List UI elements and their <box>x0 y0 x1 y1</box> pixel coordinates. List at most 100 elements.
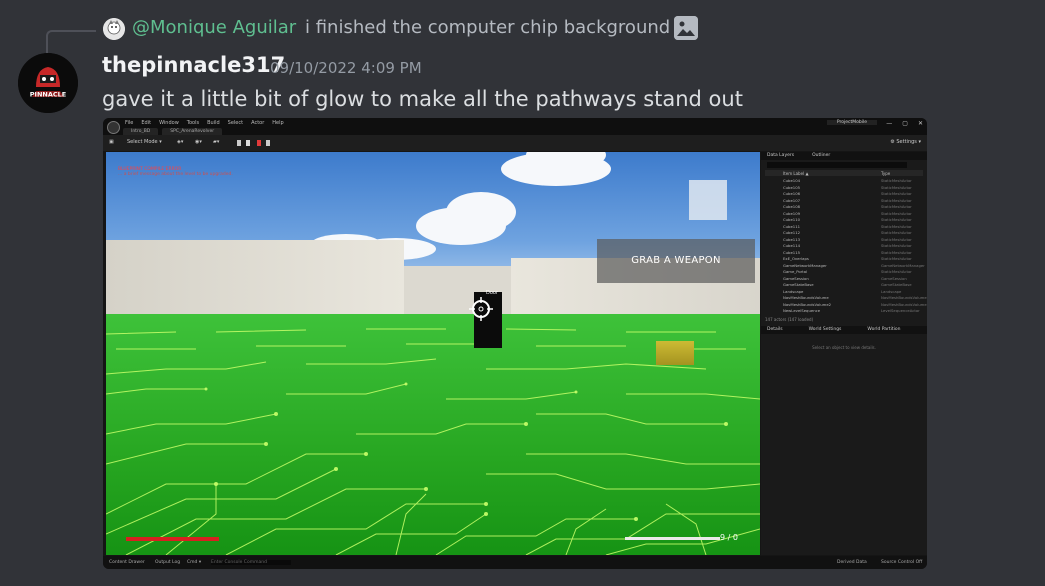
reply-author[interactable]: @Monique Aguilar <box>132 17 296 38</box>
menu-item[interactable]: Actor <box>251 120 264 126</box>
menu-item[interactable]: Window <box>159 120 179 126</box>
menu-item[interactable]: Tools <box>187 120 199 126</box>
outliner-panel: Data Layers Outliner Item Label ▲ Type C… <box>761 152 927 555</box>
outliner-row-label[interactable]: Cube108 <box>783 204 800 209</box>
outliner-row-label[interactable]: Cube112 <box>783 230 800 235</box>
derived-data-button[interactable]: Derived Data <box>837 560 867 565</box>
tab-data-layers[interactable]: Data Layers <box>767 152 794 160</box>
outliner-row-type: NavMeshBoundsVolume <box>881 295 927 300</box>
details-empty-text: Select an object to view details. <box>812 345 876 350</box>
content-drawer-button[interactable]: Content Drawer <box>109 560 145 565</box>
debug-detail: ... a brief message about the level to b… <box>118 172 233 177</box>
avatar[interactable]: PINNACLE <box>18 53 78 113</box>
reply-avatar[interactable] <box>103 18 125 40</box>
image-icon <box>674 16 698 40</box>
username[interactable]: thepinnacle317 <box>102 53 285 77</box>
tab-details[interactable]: Details <box>767 326 783 334</box>
outliner-row-type: GameStateBase <box>881 282 912 287</box>
outliner-row-label[interactable]: Cube105 <box>783 185 800 190</box>
outliner-row-label[interactable]: Cube111 <box>783 224 800 229</box>
pillar-label: Door <box>486 290 499 296</box>
menu-item[interactable]: Help <box>272 120 283 126</box>
outliner-row-label[interactable]: NavMeshBoundsVolume2 <box>783 302 831 307</box>
outliner-row-type: StaticMeshActor <box>881 256 912 261</box>
outliner-search-input[interactable] <box>767 162 907 168</box>
save-icon[interactable]: ▣ <box>109 139 114 145</box>
menu-item[interactable]: Edit <box>141 120 151 126</box>
outliner-row-type: StaticMeshActor <box>881 230 912 235</box>
outliner-row-type: StaticMeshActor <box>881 197 912 203</box>
game-viewport[interactable]: BLUEPRINT COMPILE ERROR ... a brief mess… <box>106 152 760 555</box>
select-mode-dropdown[interactable]: Select Mode ▾ <box>127 139 162 145</box>
outliner-row-label[interactable]: NewLevelSequence <box>783 308 820 313</box>
editor-tab[interactable]: Intro_BD <box>123 128 159 135</box>
outliner-row-label[interactable]: Cube106 <box>783 191 800 196</box>
weapon-crate <box>656 341 694 365</box>
editor-menu: File Edit Window Tools Build Select Acto… <box>125 120 284 126</box>
outliner-row-type: StaticMeshActor <box>881 184 912 190</box>
editor-tab[interactable]: SPC_ArenaRevolver <box>162 128 223 135</box>
source-control-button[interactable]: Source Control Off <box>881 560 922 565</box>
pause-icon[interactable] <box>237 140 241 146</box>
menu-item[interactable]: Build <box>207 120 220 126</box>
outliner-row-label[interactable]: GameStateBase <box>783 282 814 287</box>
add-icon[interactable]: ◈▾ <box>177 139 183 145</box>
crosshair-icon <box>469 297 493 321</box>
outliner-row-label[interactable]: Cube109 <box>783 211 800 216</box>
outliner-row-label[interactable]: ExE_Overlaps <box>783 256 809 261</box>
message-text: gave it a little bit of glow to make all… <box>102 87 743 111</box>
blueprint-icon[interactable]: ◉▾ <box>195 139 202 145</box>
settings-dropdown[interactable]: ⚙ Settings ▾ <box>890 139 921 145</box>
outliner-row-label[interactable]: Cube114 <box>783 243 800 248</box>
outliner-row-label[interactable]: NavMeshBoundsVolume <box>783 295 829 300</box>
ammo-counter: 9 / 0 <box>720 533 738 542</box>
reply-preview-text[interactable]: i finished the computer chip background <box>305 17 670 38</box>
maximize-button[interactable]: ▢ <box>902 120 908 127</box>
details-tabs: Details World Settings World Partition <box>761 326 927 334</box>
health-bar <box>126 537 219 541</box>
console-input[interactable]: Enter Console Command <box>211 560 291 565</box>
outliner-row-label[interactable]: GameNetworkManager <box>783 263 827 268</box>
eject-icon[interactable] <box>266 140 270 146</box>
outliner-row-type: StaticMeshActor <box>881 204 912 209</box>
outliner-row-type: Landscape <box>881 288 902 294</box>
cloud <box>446 192 516 232</box>
project-name: ProjectMobile <box>826 120 877 125</box>
window-buttons: — ▢ ✕ <box>886 120 923 127</box>
tab-world-settings[interactable]: World Settings <box>809 326 842 334</box>
outliner-row-label[interactable]: Cube110 <box>783 217 800 222</box>
outliner-row-label[interactable]: Landscape <box>783 289 803 294</box>
outliner-row-label[interactable]: Cube115 <box>783 250 800 255</box>
outliner-row-type: StaticMeshActor <box>881 236 912 242</box>
editor-statusbar: Content Drawer Output Log Cmd ▾ Enter Co… <box>103 556 927 569</box>
tab-world-partition[interactable]: World Partition <box>867 326 900 334</box>
outliner-row-type: GameNetworkManager <box>881 262 925 268</box>
cinematics-icon[interactable]: ▰▾ <box>213 139 219 145</box>
outliner-row-type: StaticMeshActor <box>881 178 912 183</box>
outliner-row-label[interactable]: Game_Portal <box>783 269 807 274</box>
image-attachment[interactable]: File Edit Window Tools Build Select Acto… <box>103 118 927 569</box>
cmd-dropdown[interactable]: Cmd ▾ <box>187 560 201 565</box>
stop-icon[interactable] <box>257 140 261 146</box>
minimize-button[interactable]: — <box>886 120 892 127</box>
outliner-row-type: StaticMeshActor <box>881 191 912 196</box>
column-label[interactable]: Item Label ▲ <box>783 171 809 176</box>
timestamp: 09/10/2022 4:09 PM <box>270 59 422 77</box>
outliner-row-label[interactable]: Cube104 <box>783 178 800 183</box>
close-button[interactable]: ✕ <box>918 120 923 127</box>
outliner-row-type: GameSession <box>881 275 907 281</box>
outliner-row-label[interactable]: GameSession <box>783 276 809 281</box>
outliner-row-label[interactable]: Cube113 <box>783 237 800 242</box>
column-type[interactable]: Type <box>881 171 890 176</box>
editor-titlebar: File Edit Window Tools Build Select Acto… <box>103 118 927 135</box>
outliner-header: Item Label ▲ Type <box>765 170 923 176</box>
menu-item[interactable]: Select <box>228 120 243 126</box>
outliner-row-type: StaticMeshActor <box>881 210 912 216</box>
outliner-row-type: StaticMeshActor <box>881 269 912 274</box>
outliner-row-label[interactable]: Cube107 <box>783 198 800 203</box>
tab-outliner[interactable]: Outliner <box>812 152 830 160</box>
menu-item[interactable]: File <box>125 120 133 126</box>
play-icon[interactable] <box>246 140 250 146</box>
output-log-button[interactable]: Output Log <box>155 560 180 565</box>
unreal-logo-icon <box>107 121 120 134</box>
